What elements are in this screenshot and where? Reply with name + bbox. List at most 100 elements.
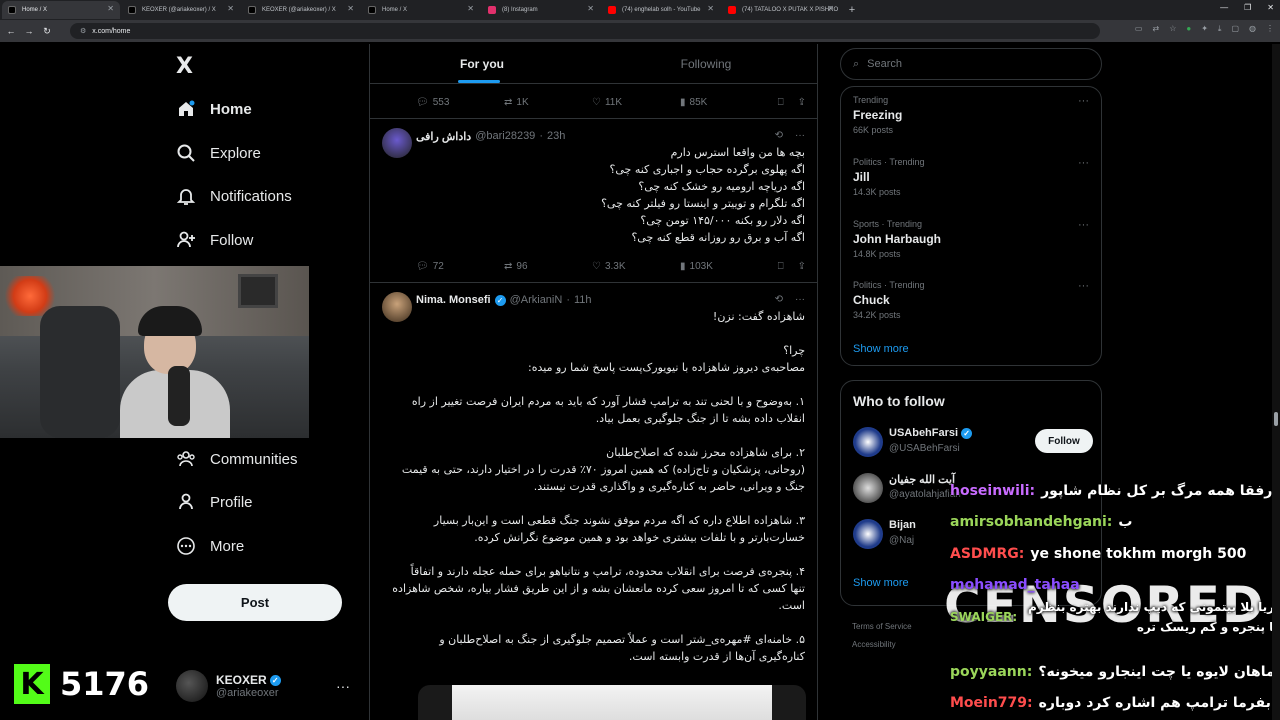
youtube-favicon-icon xyxy=(728,6,736,14)
reload-icon[interactable]: ↻ xyxy=(40,26,54,37)
tweet-actions: 💬︎ 72 ⇄ 96 ♡ 3.3K ▮ 103K ⎕ ⇪ xyxy=(416,256,806,276)
nav-follow[interactable]: Follow xyxy=(176,225,253,255)
address-bar[interactable]: ⚙ x.com/home xyxy=(70,23,1100,39)
follow-show-more-link[interactable]: Show more xyxy=(853,577,909,589)
browser-menu-icon[interactable]: ⋮ xyxy=(1266,24,1274,34)
close-tab-icon[interactable]: ✕ xyxy=(467,4,474,13)
repost-button[interactable]: ⇄ 96 xyxy=(504,261,592,272)
tab-for-you[interactable]: For you xyxy=(370,44,594,83)
forward-icon[interactable]: → xyxy=(22,26,36,36)
nav-notifications[interactable]: Notifications xyxy=(176,181,292,211)
trend-item[interactable]: Sports · Trending John Harbaugh 14.8K po… xyxy=(853,219,1089,259)
x-logo-icon[interactable]: X xyxy=(176,54,193,79)
reply-button[interactable]: 💬︎ 553 xyxy=(416,97,504,108)
more-dots-icon[interactable]: ··· xyxy=(1078,157,1089,169)
tweet-header: Nima. Monsefi ✓ @ArkianiN · 11h xyxy=(416,294,592,306)
more-dots-icon[interactable]: ··· xyxy=(795,130,805,141)
more-dots-icon[interactable]: ··· xyxy=(1078,95,1089,107)
bookmark-icon[interactable]: ⎕ xyxy=(778,97,784,108)
chat-message: amirsobhandehgani: ب xyxy=(950,514,1133,530)
close-tab-icon[interactable]: ✕ xyxy=(107,4,114,13)
search-icon: ⌕ xyxy=(853,57,860,70)
browser-tab-bar: Home / X ✕ KEOXER (@ariakeoxer) / X ✕ KEOX… xyxy=(0,0,1280,20)
wall-frame xyxy=(238,274,278,308)
trend-item[interactable]: Politics · Trending Chuck 34.2K posts ··… xyxy=(853,280,1089,320)
tweet-header: داداش رافی @bari28239 · 23h xyxy=(416,130,566,143)
nav-home[interactable]: Home xyxy=(176,94,252,124)
views-button[interactable]: ▮ 103K xyxy=(680,261,766,272)
tab-search-icon[interactable]: ▢ xyxy=(1231,24,1239,34)
repost-button[interactable]: ⇄ 1K xyxy=(504,97,592,108)
tweet-text: بچه ها من واقعا استرس دارم اگه پهلوی برگ… xyxy=(601,146,805,244)
tweet-image[interactable] xyxy=(418,685,806,720)
cap xyxy=(138,306,202,336)
views-chart-icon: ▮ xyxy=(680,96,686,108)
post-button[interactable]: Post xyxy=(168,584,342,621)
tab-following[interactable]: Following xyxy=(594,44,817,83)
tweet-actions: 💬︎ 553 ⇄ 1K ♡ 11K ▮ 85K ⎕ ⇪ xyxy=(416,92,806,112)
grok-icon[interactable]: ⟲ xyxy=(775,130,783,141)
back-icon[interactable]: ← xyxy=(4,26,18,36)
browser-tab[interactable]: KEOXER (@ariakeoxer) / X ✕ xyxy=(122,1,240,19)
more-dots-icon[interactable]: ··· xyxy=(336,678,350,694)
close-tab-icon[interactable]: ✕ xyxy=(707,4,714,13)
x-favicon-icon xyxy=(248,6,256,14)
browser-tab[interactable]: (74) enghelab solh - YouTube ✕ xyxy=(602,1,720,19)
like-button[interactable]: ♡ 11K xyxy=(592,97,680,108)
views-button[interactable]: ▮ 85K xyxy=(680,97,766,108)
cast-icon[interactable]: ▭ xyxy=(1135,24,1143,34)
scrollbar-thumb[interactable] xyxy=(1274,412,1278,426)
browser-tab[interactable]: Home / X ✕ xyxy=(362,1,480,19)
close-tab-icon[interactable]: ✕ xyxy=(587,4,594,13)
more-dots-icon[interactable]: ··· xyxy=(1078,280,1089,292)
follow-button[interactable]: Follow xyxy=(1035,429,1093,453)
accessibility-link[interactable]: Accessibility xyxy=(852,636,912,654)
close-tab-icon[interactable]: ✕ xyxy=(227,4,234,13)
browser-tab[interactable]: Home / X ✕ xyxy=(2,1,120,19)
download-icon[interactable]: ⤓ xyxy=(1218,24,1222,34)
translate-icon[interactable]: ⇄ xyxy=(1152,24,1159,34)
grok-icon[interactable]: ⟲ xyxy=(775,294,783,305)
extensions-puzzle-icon[interactable]: ✦ xyxy=(1201,24,1208,34)
nav-communities[interactable]: Communities xyxy=(176,444,298,474)
feed-tabs: For you Following xyxy=(370,44,817,84)
share-icon[interactable]: ⇪ xyxy=(798,97,806,108)
follow-suggestion[interactable]: USAbehFarsi ✓ @USABehFarsi Follow xyxy=(853,425,1093,461)
account-switcher[interactable]: KEOXER ✓ @ariakeoxer ··· xyxy=(176,664,356,708)
more-dots-icon[interactable]: ··· xyxy=(795,294,805,305)
close-window-icon[interactable]: ✕ xyxy=(1267,3,1274,12)
nav-profile[interactable]: Profile xyxy=(176,487,253,517)
communities-icon xyxy=(176,449,196,469)
nav-explore[interactable]: Explore xyxy=(176,138,261,168)
browser-tab[interactable]: (8) Instagram ✕ xyxy=(482,1,600,19)
profile-avatar-icon[interactable]: ◍ xyxy=(1249,24,1256,34)
site-info-icon[interactable]: ⚙ xyxy=(80,27,86,35)
browser-tab[interactable]: KEOXER (@ariakeoxer) / X ✕ xyxy=(242,1,360,19)
extension-green-icon[interactable]: ● xyxy=(1186,24,1191,34)
trend-item[interactable]: Trending Freezing 66K posts ··· xyxy=(853,95,1089,135)
nav-more[interactable]: More xyxy=(176,531,244,561)
share-icon[interactable]: ⇪ xyxy=(798,261,806,272)
chair xyxy=(40,306,120,438)
person-add-icon xyxy=(176,230,196,250)
terms-link[interactable]: Terms of Service xyxy=(852,618,912,636)
youtube-favicon-icon xyxy=(608,6,616,14)
minimize-icon[interactable]: — xyxy=(1220,3,1228,12)
search-input[interactable]: ⌕ Search xyxy=(840,48,1102,80)
more-circle-icon xyxy=(176,536,196,556)
maximize-icon[interactable]: ❐ xyxy=(1244,3,1251,12)
new-tab-button[interactable]: + xyxy=(844,2,860,18)
close-tab-icon[interactable]: ✕ xyxy=(827,4,834,13)
more-dots-icon[interactable]: ··· xyxy=(1078,219,1089,231)
reply-button[interactable]: 💬︎ 72 xyxy=(416,261,504,272)
close-tab-icon[interactable]: ✕ xyxy=(347,4,354,13)
bookmark-icon[interactable]: ⎕ xyxy=(778,261,784,272)
x-favicon-icon xyxy=(368,6,376,14)
like-button[interactable]: ♡ 3.3K xyxy=(592,261,680,272)
browser-tab[interactable]: (74) TATALOO X PUTAK X PISHRO ✕ xyxy=(722,1,840,19)
trend-item[interactable]: Politics · Trending Jill 14.3K posts ··· xyxy=(853,157,1089,197)
kick-logo-icon: K xyxy=(14,664,50,704)
bookmark-star-icon[interactable]: ☆ xyxy=(1169,24,1176,34)
page-scrollbar[interactable] xyxy=(1272,44,1280,720)
trends-show-more-link[interactable]: Show more xyxy=(853,343,909,355)
